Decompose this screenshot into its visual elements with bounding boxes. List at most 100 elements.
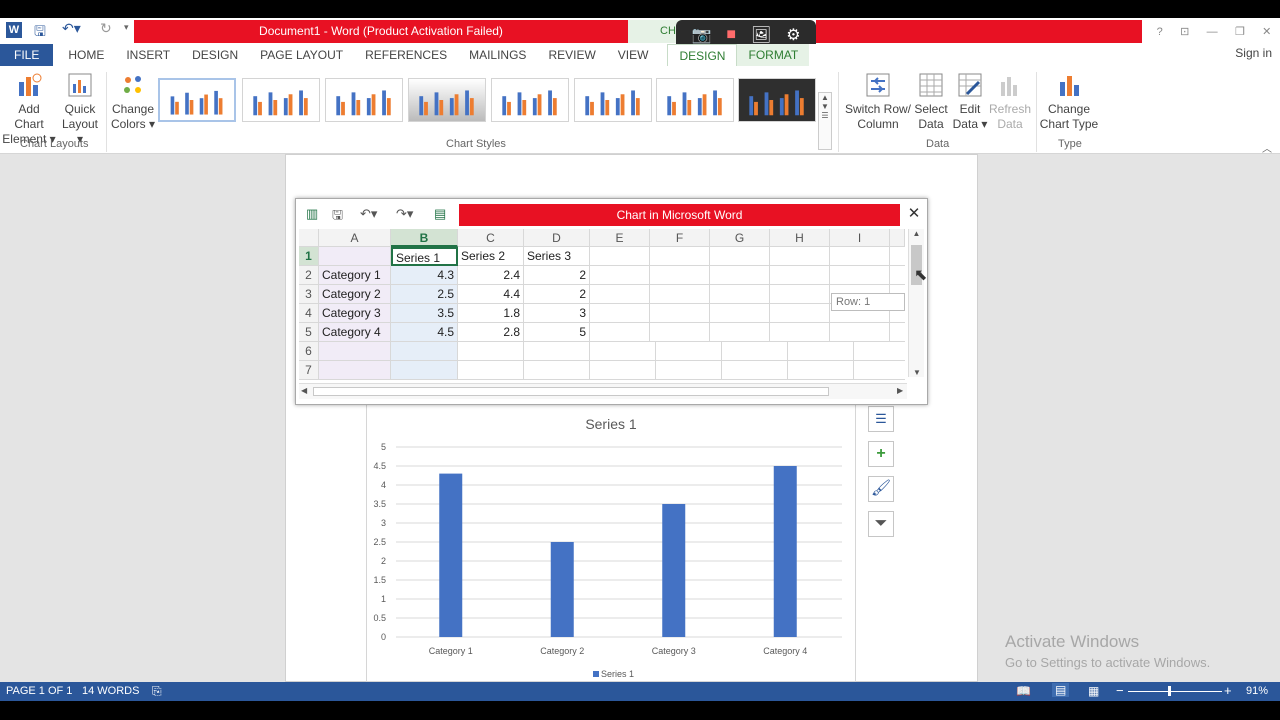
column-header-selected[interactable]: B [391, 229, 458, 247]
chart-style-1[interactable] [158, 78, 236, 122]
cell-a4[interactable]: Category 3 [319, 304, 391, 323]
tab-review[interactable]: REVIEW [537, 44, 606, 66]
close-icon[interactable]: ✕ [904, 204, 924, 224]
cell-b4[interactable]: 3.5 [391, 304, 458, 323]
chart-style-4[interactable] [408, 78, 486, 122]
cell-c1[interactable]: Series 2 [458, 247, 524, 266]
column-header[interactable]: F [650, 229, 710, 247]
zoom-level[interactable]: 91% [1246, 685, 1268, 697]
scroll-down-icon[interactable]: ▼ [909, 368, 925, 377]
cell-a6[interactable] [319, 342, 391, 361]
add-chart-element-button[interactable]: Add Chart Element ▾ [2, 72, 56, 147]
print-layout-icon[interactable]: ▤ [1052, 683, 1070, 697]
cell-c2[interactable]: 2.4 [458, 266, 524, 285]
cell-b6[interactable] [391, 342, 458, 361]
cell-b2[interactable]: 4.3 [391, 266, 458, 285]
redo-icon[interactable]: ↻ [100, 20, 112, 37]
edit-in-excel-icon[interactable]: ▤ [434, 206, 446, 222]
qat-customize-icon[interactable]: ▾ [124, 22, 129, 33]
quick-layout-button[interactable]: Quick Layout ▾ [58, 72, 102, 147]
chart-elements-button[interactable]: + [868, 441, 894, 467]
column-header[interactable]: I [830, 229, 890, 247]
proofing-icon[interactable]: ⎘ [152, 684, 162, 699]
camera-icon[interactable]: 📷 [691, 25, 711, 45]
tab-home[interactable]: HOME [57, 44, 115, 66]
cell-c4[interactable]: 1.8 [458, 304, 524, 323]
image-icon[interactable]: 🖼 [751, 25, 771, 45]
cell-b3[interactable]: 2.5 [391, 285, 458, 304]
web-layout-icon[interactable]: ▦ [1088, 684, 1099, 698]
scroll-up-icon[interactable]: ▲ [909, 229, 924, 238]
column-header[interactable] [890, 229, 905, 247]
tab-design[interactable]: DESIGN [181, 44, 249, 66]
vertical-scrollbar[interactable]: ▲ ▼ [908, 229, 924, 377]
tab-chart-design[interactable]: DESIGN [667, 44, 738, 66]
tab-chart-format[interactable]: FORMAT [737, 44, 810, 66]
cell-a5[interactable]: Category 4 [319, 323, 391, 342]
redo-icon[interactable]: ↷▾ [396, 206, 413, 222]
row-header[interactable]: 3 [299, 285, 319, 304]
save-icon[interactable]: 🖫 [34, 21, 46, 45]
row-header[interactable]: 2 [299, 266, 319, 285]
video-icon[interactable]: ■ [726, 26, 736, 44]
column-header[interactable]: G [710, 229, 770, 247]
cell-d2[interactable]: 2 [524, 266, 590, 285]
cell-b1[interactable]: Series 1 [391, 247, 458, 266]
cell-b5[interactable]: 4.5 [391, 323, 458, 342]
column-header[interactable]: A [319, 229, 391, 247]
column-header[interactable]: E [590, 229, 650, 247]
bar[interactable] [773, 466, 797, 637]
scroll-right-icon[interactable]: ▶ [897, 386, 903, 395]
zoom-out-icon[interactable]: − [1116, 683, 1124, 698]
cell-c5[interactable]: 2.8 [458, 323, 524, 342]
change-colors-button[interactable]: Change Colors ▾ [110, 72, 156, 132]
ribbon-display-icon[interactable]: ⊡ [1180, 25, 1189, 38]
bar[interactable] [439, 473, 463, 637]
cell-a2[interactable]: Category 1 [319, 266, 391, 285]
save-icon[interactable]: 🖫 [332, 206, 343, 228]
refresh-data-button[interactable]: Refresh Data [988, 72, 1032, 132]
help-icon[interactable]: ? [1157, 26, 1163, 38]
row-header[interactable]: 4 [299, 304, 319, 323]
column-header[interactable]: C [458, 229, 524, 247]
zoom-slider[interactable] [1128, 691, 1222, 692]
undo-icon[interactable]: ↶▾ [62, 20, 81, 37]
chart-style-8[interactable] [738, 78, 816, 122]
collapse-ribbon-icon[interactable]: ︿ [1262, 140, 1272, 155]
sign-in-link[interactable]: Sign in [1235, 46, 1272, 60]
cell-a3[interactable]: Category 2 [319, 285, 391, 304]
cell-d3[interactable]: 2 [524, 285, 590, 304]
select-data-button[interactable]: Select Data [912, 72, 950, 132]
chart-style-6[interactable] [574, 78, 652, 122]
scroll-left-icon[interactable]: ◀ [301, 386, 307, 395]
tab-page-layout[interactable]: PAGE LAYOUT [249, 44, 354, 66]
hscroll-thumb[interactable] [313, 387, 829, 396]
cell-d1[interactable]: Series 3 [524, 247, 590, 266]
gallery-up-icon[interactable]: ▲ [819, 93, 831, 102]
row-header[interactable]: 7 [299, 361, 319, 380]
spreadsheet-grid[interactable]: A B C D E F G H I 1 2 3 4 5 6 7 Series 1… [299, 229, 905, 380]
page-count[interactable]: PAGE 1 OF 1 [6, 685, 72, 697]
gallery-down-icon[interactable]: ▼ [819, 102, 831, 111]
undo-icon[interactable]: ↶▾ [360, 206, 377, 222]
chart-style-7[interactable] [656, 78, 734, 122]
chart-filters-button[interactable]: ⏷ [868, 511, 894, 537]
tab-view[interactable]: VIEW [607, 44, 660, 66]
cell-d4[interactable]: 3 [524, 304, 590, 323]
cell-a1[interactable] [319, 247, 391, 266]
row-header[interactable]: 5 [299, 323, 319, 342]
switch-row-column-button[interactable]: Switch Row/ Column [843, 72, 913, 132]
read-mode-icon[interactable]: 📖 [1016, 684, 1031, 698]
chart-style-3[interactable] [325, 78, 403, 122]
chart-styles-button[interactable]: 🖌 [868, 476, 894, 502]
gallery-more-icon[interactable]: ☰ [819, 111, 831, 120]
layout-options-button[interactable]: ☰ [868, 406, 894, 432]
word-logo-icon[interactable]: W [6, 22, 22, 38]
bar[interactable] [550, 542, 574, 637]
horizontal-scrollbar[interactable]: ◀ ▶ [299, 383, 907, 399]
close-icon[interactable]: ✕ [1262, 25, 1271, 38]
restore-icon[interactable]: ❐ [1235, 25, 1245, 38]
gallery-scroll[interactable]: ▲ ▼ ☰ [818, 92, 832, 150]
tab-mailings[interactable]: MAILINGS [458, 44, 537, 66]
row-header-selected[interactable]: 1 [299, 247, 319, 266]
